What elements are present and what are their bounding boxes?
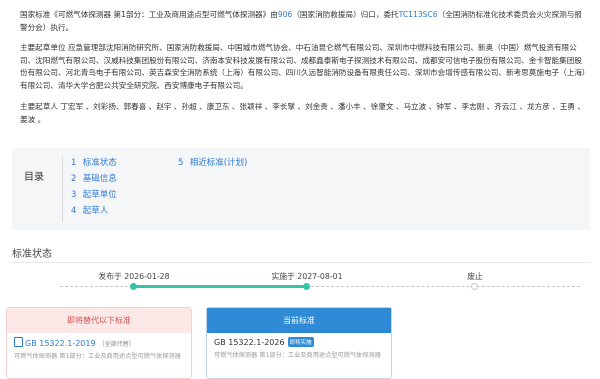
toc-item-drafters[interactable]: 4 起草人 <box>71 203 117 219</box>
document-icon <box>14 337 23 347</box>
current-standard-title: 可燃气体探测器 第1部分：工业及商用途点型可燃气体探测器 <box>214 352 381 359</box>
intro-p1-prefix: 国家标准《可燃气体探测器 第1部分：工业及商用途点型可燃气体探测器》由 <box>20 10 278 19</box>
timeline-label-published: 发布于 2026-01-28 <box>98 272 170 281</box>
timeline-label-implemented: 实施于 2027-08-01 <box>271 272 343 281</box>
status-divider <box>12 262 590 263</box>
status-section-title: 标准状态 <box>12 249 52 260</box>
timeline-dot-published <box>130 283 137 290</box>
replaced-standard-card[interactable]: 即将替代以下标准 GB 15322.1-2019 （全部代替） 可燃气体探测器 第… <box>6 307 192 379</box>
toc-title: 目录 <box>24 172 44 183</box>
intro-p1-mid: （国家消防救援局）归口，委托 <box>292 10 399 19</box>
toc-item-related-standards[interactable]: 5 相近标准(计划) <box>178 155 247 171</box>
toc-column-1: 1 标准状态 2 基础信息 3 起草单位 4 起草人 <box>71 155 117 219</box>
current-standard-code: GB 15322.1-2026 即将实施 <box>214 337 314 347</box>
status-section-header: 标准状态 <box>12 245 590 261</box>
timeline-dot-implemented <box>303 283 310 290</box>
timeline-dot-abolished <box>471 283 478 290</box>
drafters-paragraph: 主要起草人 丁宏军 、刘彩扬、郭春喜 、赵宇 、孙超 、康卫东 、张颖祥 、李长… <box>20 102 585 124</box>
timeline-progress <box>134 285 307 288</box>
replaced-standard-header: 即将替代以下标准 <box>7 308 191 333</box>
replace-scope-tag: （全部代替） <box>98 341 135 348</box>
replaced-standard-title: 可燃气体探测器 第1部分：工业及商用途点型可燃气体探测器 <box>14 353 181 360</box>
toc-divider <box>62 156 63 222</box>
timeline-label-abolished: 废止 <box>467 272 483 281</box>
intro-paragraph-1: 国家标准《可燃气体探测器 第1部分：工业及商用途点型可燃气体探测器》由906（国… <box>20 9 586 34</box>
upcoming-badge: 即将实施 <box>287 337 314 347</box>
replaced-standard-code[interactable]: GB 15322.1-2019 （全部代替） <box>14 337 184 348</box>
toc-item-basic-info[interactable]: 2 基础信息 <box>71 171 117 187</box>
authority-code-link[interactable]: 906 <box>278 10 293 19</box>
toc-item-drafting-units[interactable]: 3 起草单位 <box>71 187 117 203</box>
drafting-units-paragraph: 主要起草单位 应急管理部沈阳消防研究所、国家消防救援局、中国城市燃气协会、中石油… <box>20 43 586 90</box>
toc-item-standard-status[interactable]: 1 标准状态 <box>71 155 117 171</box>
table-of-contents: 目录 1 标准状态 2 基础信息 3 起草单位 4 起草人 5 相近标准(计划) <box>12 148 590 230</box>
current-standard-header: 当前标准 <box>207 308 391 333</box>
committee-code-link[interactable]: TC113SC6 <box>399 10 438 19</box>
toc-column-2: 5 相近标准(计划) <box>178 155 247 171</box>
current-standard-card[interactable]: 当前标准 GB 15322.1-2026 即将实施 可燃气体探测器 第1部分：工业… <box>206 307 392 379</box>
